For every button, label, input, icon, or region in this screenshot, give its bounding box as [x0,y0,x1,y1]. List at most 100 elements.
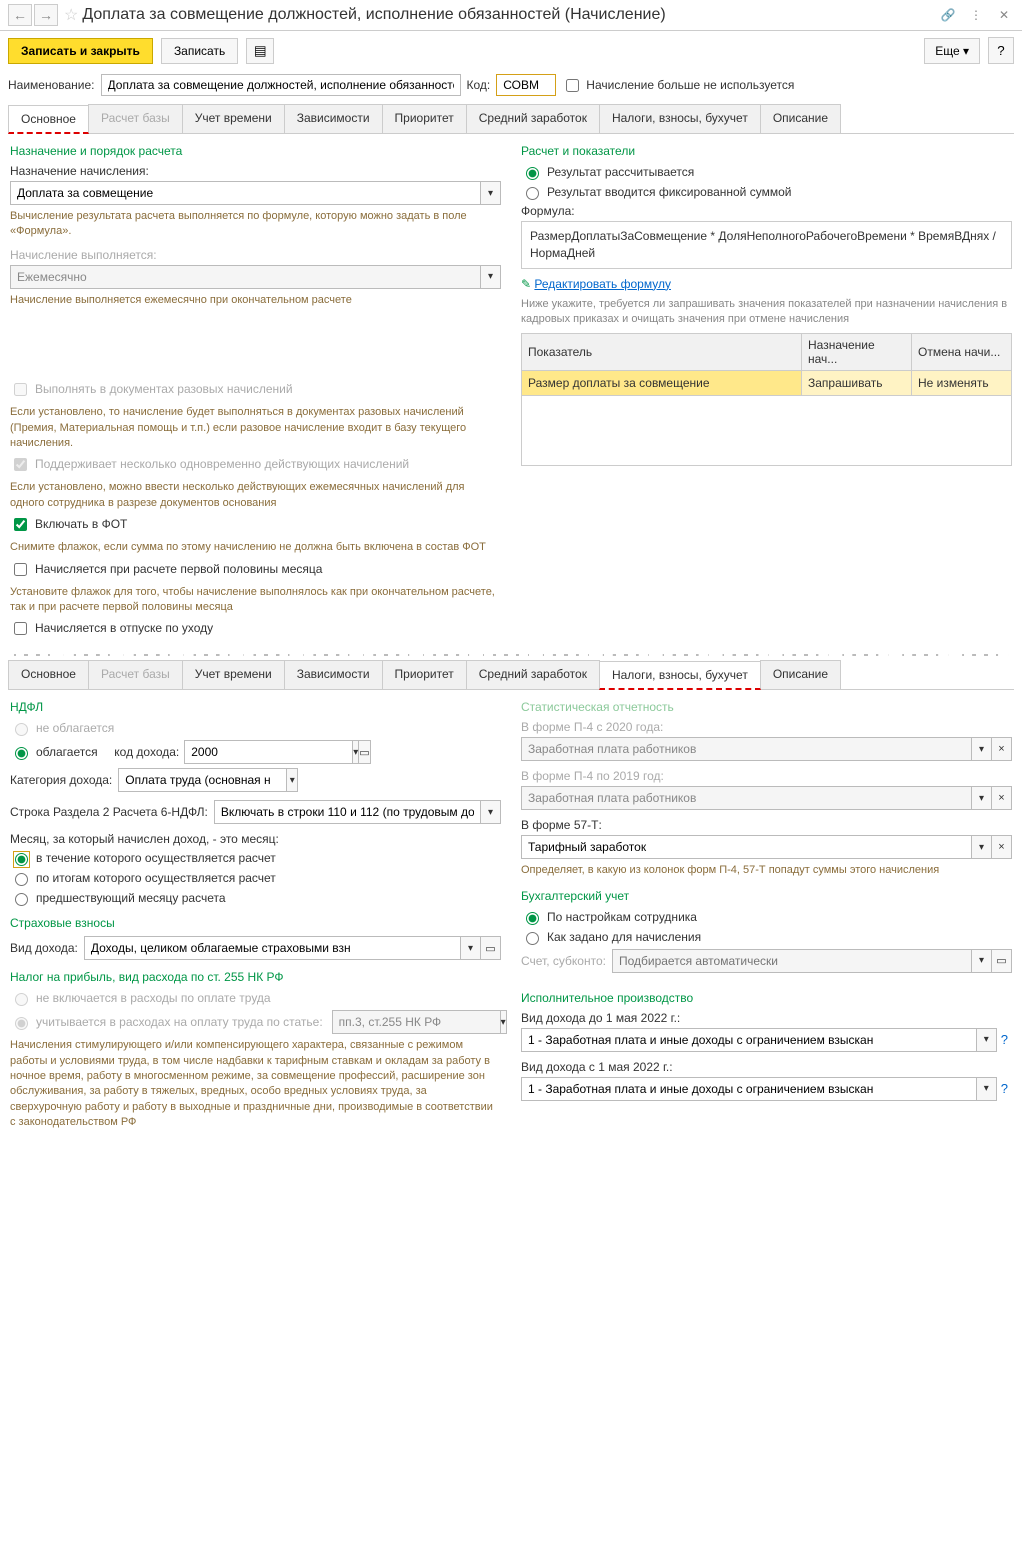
tabs-main: Основное Расчет базы Учет времени Зависи… [8,104,1014,134]
profit-article-dd: ▾ [501,1010,507,1034]
table-row[interactable]: Размер доплаты за совмещение Запрашивать… [522,371,1012,396]
f57t-dd[interactable]: ▾ [972,835,992,859]
exec-dropdown-icon: ▾ [481,265,501,289]
name-label: Наименование: [8,78,95,92]
help-button[interactable]: ? [988,37,1014,64]
p4-2020-select [521,737,972,761]
tab2-deps[interactable]: Зависимости [284,660,383,689]
th-indicator[interactable]: Показатель [522,334,802,371]
header-fields: Наименование: Код: Начисление больше не … [0,70,1022,100]
tab-deps[interactable]: Зависимости [284,104,383,133]
income-category-select[interactable] [118,768,287,792]
radio-profit-exclude [15,993,28,1006]
cb-first-half[interactable] [14,563,27,576]
cb-one-time-docs [14,383,27,396]
section-profit-tax: Налог на прибыль, вид расхода по ст. 255… [10,970,501,984]
tab-avg[interactable]: Средний заработок [466,104,600,133]
section-stat: Статистическая отчетность [521,700,1012,714]
enforce-before-dd[interactable]: ▾ [977,1028,997,1052]
tab2-avg[interactable]: Средний заработок [466,660,600,689]
indicators-table: Показатель Назначение нач... Отмена начи… [521,333,1012,466]
section-calc: Расчет и показатели [521,144,1012,158]
cb-include-fot[interactable] [14,518,27,531]
6ndfl-row-dd[interactable]: ▾ [481,800,501,824]
favorite-star-icon[interactable]: ☆ [64,5,78,25]
income-code-input[interactable] [184,740,353,764]
enforce-after-select[interactable] [521,1077,977,1101]
tab-calc-base[interactable]: Расчет базы [88,104,183,133]
name-input[interactable] [101,74,461,96]
enforce-after-help[interactable]: ? [997,1081,1012,1096]
close-icon[interactable]: ✕ [994,5,1014,25]
tab2-calc-base[interactable]: Расчет базы [88,660,183,689]
formula-box: РазмерДоплатыЗаСовмещение * ДоляНеполног… [521,221,1012,269]
kebab-menu-icon[interactable]: ⋮ [966,5,986,25]
save-and-close-button[interactable]: Записать и закрыть [8,38,153,64]
code-input[interactable] [496,74,556,96]
link-icon[interactable]: 🔗 [938,5,958,25]
6ndfl-row-select[interactable] [214,800,481,824]
save-button[interactable]: Записать [161,38,238,64]
purpose-select[interactable] [10,181,481,205]
section-accounting: Бухгалтерский учет [521,889,1012,903]
cb-multiple [14,458,27,471]
f57t-select[interactable] [521,835,972,859]
nav-forward-button[interactable]: → [34,4,58,26]
p4-2019-clear: × [992,786,1012,810]
purpose-label: Назначение начисления: [10,164,501,178]
p4-2020-clear: × [992,737,1012,761]
radio-calc-result[interactable] [526,167,539,180]
edit-formula-link[interactable]: Редактировать формулу [534,277,671,291]
tear-separator [4,654,1018,656]
insurance-type-select[interactable] [84,936,461,960]
tab-taxes[interactable]: Налоги, взносы, бухучет [599,104,761,133]
exec-hint: Начисление выполняется ежемесячно при ок… [10,293,501,308]
th-cancel[interactable]: Отмена начи... [912,334,1012,371]
radio-bu-employee[interactable] [526,912,539,925]
tab2-main[interactable]: Основное [8,660,89,689]
section-insurance: Страховые взносы [10,916,501,930]
exec-label: Начисление выполняется: [10,248,501,262]
radio-ndfl-notax [15,723,28,736]
enforce-before-select[interactable] [521,1028,977,1052]
radio-month-prev[interactable] [15,893,28,906]
section-ndfl: НДФЛ [10,700,501,714]
section-purpose: Назначение и порядок расчета [10,144,501,158]
radio-profit-include [15,1017,28,1030]
enforce-after-dd[interactable]: ▾ [977,1077,997,1101]
radio-month-during[interactable] [15,853,28,866]
radio-bu-accrual[interactable] [526,932,539,945]
f57t-clear[interactable]: × [992,835,1012,859]
tab-main[interactable]: Основное [8,105,89,134]
purpose-hint: Вычисление результата расчета выполняетс… [10,209,501,240]
th-assign[interactable]: Назначение нач... [802,334,912,371]
more-button[interactable]: Еще ▾ [924,38,980,64]
tab2-taxes[interactable]: Налоги, взносы, бухучет [599,661,761,690]
tab2-time[interactable]: Учет времени [182,660,285,689]
insurance-dd[interactable]: ▾ [461,936,481,960]
report-icon-button[interactable]: ▤ [246,38,274,64]
tab-priority[interactable]: Приоритет [382,104,467,133]
code-label: Код: [467,78,491,92]
radio-month-after[interactable] [15,873,28,886]
tab-time[interactable]: Учет времени [182,104,285,133]
exec-select [10,265,481,289]
tabs-taxes: Основное Расчет базы Учет времени Зависи… [8,660,1014,690]
taxes-tab-content: НДФЛ не облагается облагается код дохода… [0,690,1022,1140]
radio-ndfl-tax[interactable] [15,747,28,760]
p4-2019-select [521,786,972,810]
not-used-checkbox[interactable]: Начисление больше не используется [562,76,794,95]
purpose-dropdown-icon[interactable]: ▾ [481,181,501,205]
pencil-icon: ✎ [521,277,531,291]
tab2-desc[interactable]: Описание [760,660,841,689]
radio-fixed-sum[interactable] [526,187,539,200]
account-open: ▭ [992,949,1012,973]
cb-vacation-care[interactable] [14,622,27,635]
insurance-open[interactable]: ▭ [481,936,501,960]
income-category-dd[interactable]: ▾ [287,768,298,792]
enforce-before-help[interactable]: ? [997,1032,1012,1047]
income-code-open[interactable]: ▭ [359,740,370,764]
tab-desc[interactable]: Описание [760,104,841,133]
nav-back-button[interactable]: ← [8,4,32,26]
tab2-priority[interactable]: Приоритет [382,660,467,689]
